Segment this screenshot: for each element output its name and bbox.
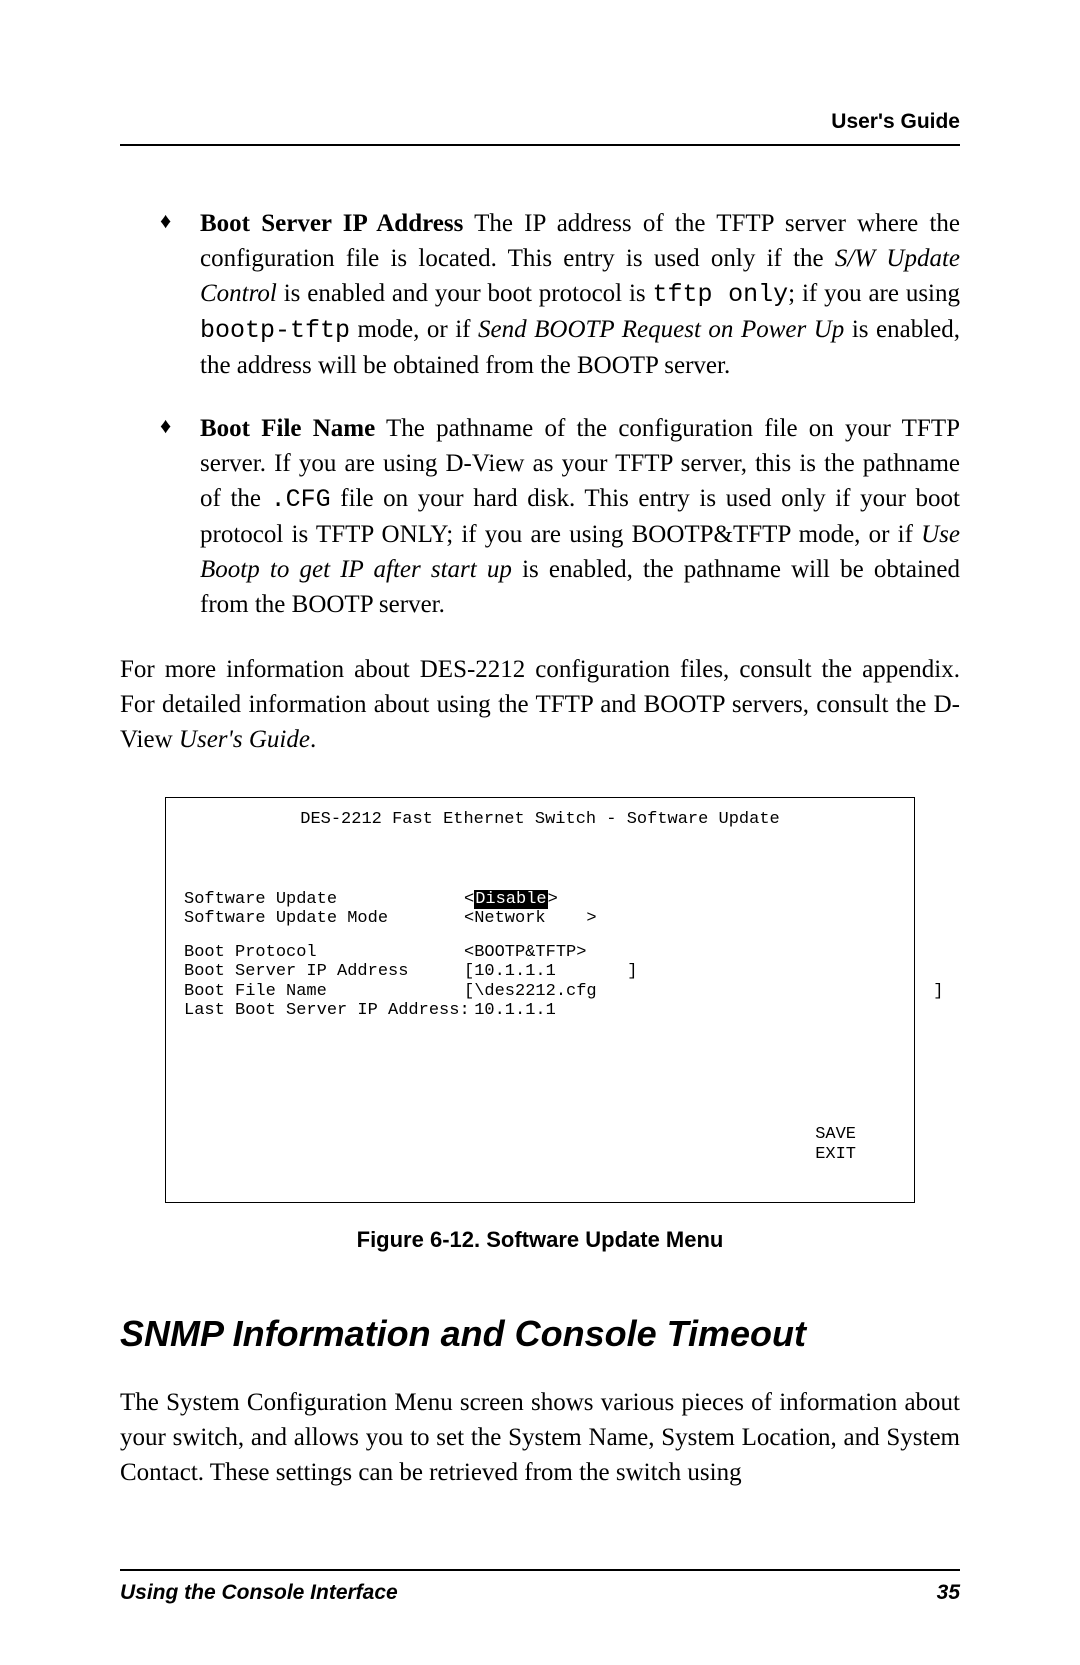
field-boot-file-name: Boot File Name[\des2212.cfg ] — [184, 982, 896, 1002]
field-boot-protocol: Boot Protocol<BOOTP&TFTP> — [184, 943, 896, 963]
field-value[interactable]: [10.1.1.1 ] — [464, 962, 637, 982]
field-software-update: Software Update<Disable> — [184, 890, 896, 910]
field-value[interactable]: <Network > — [464, 909, 597, 929]
text-italic: User's Guide — [179, 726, 310, 753]
page-footer: Using the Console Interface 35 — [120, 1569, 960, 1605]
bullet-boot-server-ip: Boot Server IP Address The IP address of… — [160, 206, 960, 383]
field-boot-server-ip: Boot Server IP Address[10.1.1.1 ] — [184, 962, 896, 982]
terminal-screenshot: DES-2212 Fast Ethernet Switch - Software… — [165, 797, 915, 1203]
field-value[interactable]: <BOOTP&TFTP> — [464, 943, 586, 963]
page-number: 35 — [937, 1581, 960, 1605]
terminal-button-row: SAVE EXIT — [184, 1106, 896, 1184]
section-paragraph: The System Configuration Menu screen sho… — [120, 1385, 960, 1490]
field-label: Software Update — [184, 890, 464, 910]
section-heading: SNMP Information and Console Timeout — [120, 1313, 960, 1355]
text-mono: bootp-tftp — [200, 316, 350, 345]
spacer — [184, 929, 896, 943]
text: ; if you are using — [788, 280, 960, 307]
exit-button[interactable]: EXIT — [815, 1145, 856, 1165]
text: mode, or if — [350, 316, 478, 343]
field-label: Boot Server IP Address — [184, 962, 464, 982]
terminal-title: DES-2212 Fast Ethernet Switch - Software… — [184, 810, 896, 830]
body-paragraph: For more information about DES-2212 conf… — [120, 652, 960, 757]
text-mono: .CFG — [271, 485, 331, 514]
bullet-label: Boot File Name — [200, 415, 375, 442]
text: . — [310, 726, 316, 753]
header-rule — [120, 144, 960, 146]
footer-row: Using the Console Interface 35 — [120, 1581, 960, 1605]
document-page: User's Guide Boot Server IP Address The … — [0, 0, 1080, 1665]
bullet-list: Boot Server IP Address The IP address of… — [160, 206, 960, 622]
footer-rule — [120, 1569, 960, 1571]
field-value: 10.1.1.1 — [464, 1001, 556, 1021]
running-header: User's Guide — [120, 110, 960, 134]
field-value[interactable]: [\des2212.cfg ] — [464, 982, 943, 1002]
bracket: < — [464, 890, 474, 909]
field-software-update-mode: Software Update Mode<Network > — [184, 909, 896, 929]
text: is enabled and your boot protocol is — [277, 280, 653, 307]
bracket: > — [548, 890, 558, 909]
figure-caption: Figure 6-12. Software Update Menu — [120, 1227, 960, 1253]
selected-value: Disable — [474, 890, 547, 909]
save-button[interactable]: SAVE — [815, 1125, 856, 1145]
bullet-boot-file-name: Boot File Name The pathname of the confi… — [160, 411, 960, 622]
text-mono: tftp only — [653, 280, 789, 309]
footer-section-title: Using the Console Interface — [120, 1581, 398, 1605]
field-last-boot-server-ip: Last Boot Server IP Address: 10.1.1.1 — [184, 1001, 896, 1021]
field-label: Boot File Name — [184, 982, 464, 1002]
spacer — [184, 830, 896, 890]
field-value[interactable]: <Disable> — [464, 890, 558, 910]
field-label: Boot Protocol — [184, 943, 464, 963]
field-label: Software Update Mode — [184, 909, 464, 929]
text-italic: Send BOOTP Request on Power Up — [478, 316, 852, 343]
field-label: Last Boot Server IP Address: — [184, 1001, 464, 1021]
bullet-label: Boot Server IP Address — [200, 210, 463, 237]
